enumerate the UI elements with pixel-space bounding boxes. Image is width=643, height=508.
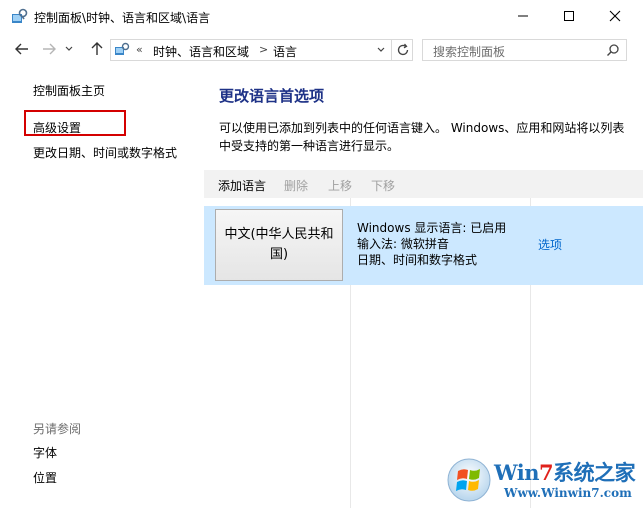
windows-orb-icon — [446, 457, 492, 503]
language-detail-format: 日期、时间和数字格式 — [357, 253, 478, 267]
move-up-button[interactable]: 上移 — [328, 177, 352, 194]
maximize-icon — [563, 10, 575, 25]
window-title: 控制面板\时钟、语言和区域\语言 — [34, 11, 211, 25]
highlight-box — [24, 110, 126, 136]
control-panel-icon — [10, 8, 28, 26]
search-icon[interactable] — [606, 43, 620, 57]
add-language-button[interactable]: 添加语言 — [218, 177, 266, 194]
watermark-brand: Win7系统之家 — [494, 460, 636, 485]
language-name-button[interactable]: 中文(中华人民共和国) — [215, 209, 343, 281]
breadcrumb-separator[interactable]: > — [259, 43, 268, 56]
breadcrumb-overflow[interactable]: « — [136, 43, 143, 56]
search-placeholder: 搜索控制面板 — [433, 45, 506, 59]
title-bar: 控制面板\时钟、语言和区域\语言 — [0, 0, 643, 34]
page-description: 可以使用已添加到列表中的任何语言键入。 Windows、应用和网站将以列表中受支… — [219, 121, 625, 153]
close-button[interactable] — [592, 0, 638, 34]
address-dropdown-button[interactable] — [373, 41, 389, 59]
arrow-up-icon — [89, 41, 105, 60]
sidebar-item-location[interactable]: 位置 — [33, 469, 57, 486]
back-button[interactable] — [11, 38, 33, 62]
search-input[interactable]: 搜索控制面板 — [422, 39, 627, 61]
language-detail-display: Windows 显示语言: 已启用 — [357, 221, 507, 235]
close-icon — [609, 10, 621, 25]
up-button[interactable] — [86, 38, 108, 62]
remove-button[interactable]: 删除 — [284, 177, 308, 194]
navigation-bar: « 时钟、语言和区域 > 语言 搜索控制面板 — [0, 34, 643, 66]
minimize-button[interactable] — [500, 0, 546, 34]
watermark-logo: Win7系统之家 Www.Winwin7.com — [446, 455, 638, 505]
move-down-button[interactable]: 下移 — [371, 177, 395, 194]
forward-button[interactable] — [38, 38, 60, 62]
sidebar-item-date-time-format[interactable]: 更改日期、时间或数字格式 — [33, 144, 177, 161]
language-details: Windows 显示语言: 已启用 输入法: 微软拼音 日期、时间和数字格式 — [357, 220, 506, 268]
chevron-down-icon — [64, 43, 74, 57]
language-detail-input: 输入法: 微软拼音 — [357, 237, 449, 251]
breadcrumb-language[interactable]: 语言 — [273, 43, 297, 60]
sidebar-item-fonts[interactable]: 字体 — [33, 444, 57, 461]
breadcrumb-clock-language-region[interactable]: 时钟、语言和区域 — [153, 43, 249, 60]
control-panel-icon — [114, 42, 130, 58]
see-also-heading: 另请参阅 — [33, 422, 82, 436]
address-bar[interactable]: « 时钟、语言和区域 > 语言 — [110, 39, 413, 61]
page-title: 更改语言首选项 — [219, 87, 325, 105]
arrow-right-icon — [41, 41, 57, 60]
watermark-url: Www.Winwin7.com — [504, 486, 632, 500]
language-toolbar: 添加语言 删除 上移 下移 — [204, 170, 643, 198]
recent-locations-button[interactable] — [62, 38, 76, 62]
minimize-icon — [517, 10, 529, 25]
chevron-down-icon — [377, 47, 385, 52]
arrow-left-icon — [14, 41, 30, 60]
language-row[interactable]: 中文(中华人民共和国) Windows 显示语言: 已启用 输入法: 微软拼音 … — [204, 206, 643, 285]
refresh-icon — [397, 43, 408, 56]
sidebar-item-home[interactable]: 控制面板主页 — [33, 82, 105, 99]
maximize-button[interactable] — [546, 0, 592, 34]
refresh-button[interactable] — [391, 40, 413, 60]
language-options-link[interactable]: 选项 — [538, 236, 562, 253]
